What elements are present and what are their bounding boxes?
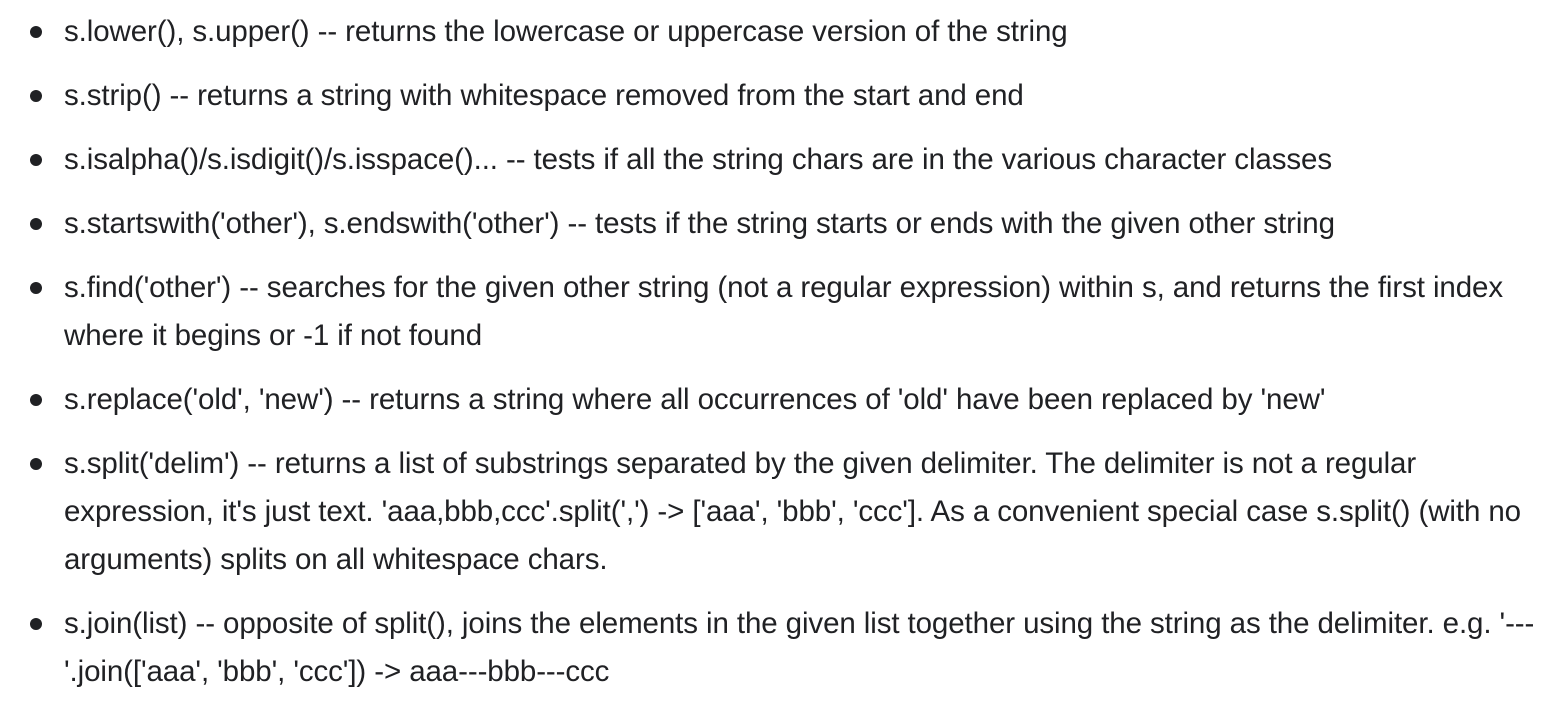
list-item-text: s.isalpha()/s.isdigit()/s.isspace()... -… bbox=[64, 143, 1332, 176]
list-item-lower-upper: s.lower(), s.upper() -- returns the lowe… bbox=[0, 8, 1560, 56]
bullet-icon bbox=[30, 154, 42, 166]
string-methods-list: s.lower(), s.upper() -- returns the lowe… bbox=[0, 8, 1560, 712]
list-item-text: s.replace('old', 'new') -- returns a str… bbox=[64, 383, 1326, 416]
list-item-text: s.startswith('other'), s.endswith('other… bbox=[64, 207, 1335, 240]
list-item-text: s.join(list) -- opposite of split(), joi… bbox=[64, 607, 1535, 688]
list-item-split: s.split('delim') -- returns a list of su… bbox=[0, 440, 1560, 584]
bullet-icon bbox=[30, 458, 42, 470]
list-item-find: s.find('other') -- searches for the give… bbox=[0, 264, 1560, 360]
list-item-text: s.split('delim') -- returns a list of su… bbox=[64, 447, 1521, 576]
list-item-isalpha: s.isalpha()/s.isdigit()/s.isspace()... -… bbox=[0, 136, 1560, 184]
list-item-join: s.join(list) -- opposite of split(), joi… bbox=[0, 600, 1560, 696]
list-item-text: s.find('other') -- searches for the give… bbox=[64, 271, 1503, 352]
bullet-icon bbox=[30, 282, 42, 294]
list-item-text: s.strip() -- returns a string with white… bbox=[64, 79, 1024, 112]
bullet-icon bbox=[30, 90, 42, 102]
bullet-icon bbox=[30, 26, 42, 38]
bullet-icon bbox=[30, 218, 42, 230]
list-item-replace: s.replace('old', 'new') -- returns a str… bbox=[0, 376, 1560, 424]
bullet-icon bbox=[30, 618, 42, 630]
list-item-startswith: s.startswith('other'), s.endswith('other… bbox=[0, 200, 1560, 248]
list-item-text: s.lower(), s.upper() -- returns the lowe… bbox=[64, 15, 1068, 48]
list-item-strip: s.strip() -- returns a string with white… bbox=[0, 72, 1560, 120]
bullet-icon bbox=[30, 394, 42, 406]
